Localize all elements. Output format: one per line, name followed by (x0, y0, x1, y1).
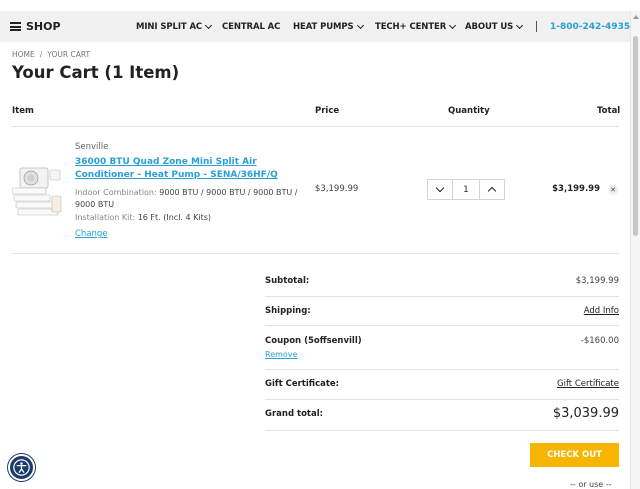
page-title: Your Cart (1 Item) (12, 63, 180, 82)
option-label: Indoor Combination: (75, 188, 157, 197)
breadcrumb-separator: / (39, 50, 43, 59)
nav-item-central-ac[interactable]: CENTRAL AC (222, 11, 280, 42)
chevron-down-icon (356, 21, 364, 29)
quantity-increase-button[interactable] (479, 180, 504, 199)
summary-divider (265, 399, 619, 400)
item-total: $3,199.99 (552, 184, 600, 194)
nav-item-mini-split-ac[interactable]: MINI SPLIT AC (136, 11, 213, 42)
nav-item-label: MINI SPLIT AC (136, 21, 203, 32)
chevron-down-icon (205, 21, 213, 29)
hamburger-icon (10, 22, 21, 31)
chevron-up-icon (487, 186, 497, 196)
option-value: 16 Ft. (Incl. 4 Kits) (137, 213, 212, 222)
summary-divider (265, 369, 619, 370)
column-header-quantity: Quantity (448, 106, 490, 116)
breadcrumb-home[interactable]: HOME (12, 50, 35, 59)
subtotal-label: Subtotal: (265, 276, 310, 286)
nav-item-label: TECH+ CENTER (375, 21, 447, 32)
checkout-button[interactable]: CHECK OUT (530, 443, 619, 467)
item-price: $3,199.99 (315, 184, 359, 194)
column-header-item: Item (12, 106, 34, 116)
summary-divider (265, 325, 619, 326)
item-divider (12, 253, 619, 254)
nav-divider (536, 21, 537, 32)
chevron-down-icon (516, 21, 524, 29)
coupon-label: Coupon (5offsenvill) (265, 336, 362, 346)
coupon-value: -$160.00 (580, 336, 619, 346)
summary-divider (265, 430, 619, 431)
summary-divider (265, 296, 619, 297)
column-header-total: Total (597, 106, 621, 116)
nav-item-tech-center[interactable]: TECH+ CENTER (375, 11, 457, 42)
header-divider (12, 126, 619, 127)
nav-item-label: HEAT PUMPS (293, 21, 354, 32)
remove-item-button[interactable]: ✕ (608, 185, 618, 195)
nav-item-about-us[interactable]: ABOUT US (465, 11, 524, 42)
product-brand: Senville (75, 142, 109, 152)
chevron-down-icon (449, 21, 457, 29)
accessibility-button[interactable] (8, 454, 35, 481)
grand-total-value: $3,039.99 (552, 406, 619, 421)
scrollbar-thumb[interactable] (633, 36, 638, 236)
scroll-up-arrow-icon[interactable] (633, 15, 639, 19)
gift-certificate-label: Gift Certificate: (265, 379, 340, 389)
quantity-input[interactable]: 1 (453, 180, 479, 199)
column-header-price: Price (315, 106, 340, 116)
chevron-down-icon (435, 183, 445, 193)
option-label: Installation Kit: (75, 213, 136, 222)
nav-item-label: CENTRAL AC (222, 21, 281, 32)
subtotal-value: $3,199.99 (575, 276, 619, 286)
change-options-link[interactable]: Change (75, 229, 108, 239)
remove-coupon-link[interactable]: Remove (265, 350, 297, 359)
vertical-scrollbar[interactable] (630, 11, 640, 489)
quantity-stepper: 1 (427, 179, 505, 200)
product-option-indoor-combination: Indoor Combination: 9000 BTU / 9000 BTU … (75, 187, 307, 211)
product-title-link[interactable]: 36000 BTU Quad Zone Mini Split Air Condi… (75, 156, 307, 182)
accessibility-icon (13, 459, 30, 476)
grand-total-label: Grand total: (265, 409, 324, 419)
add-shipping-info-link[interactable]: Add Info (584, 306, 619, 316)
nav-item-label: ABOUT US (465, 21, 514, 32)
or-use-divider-text: -- or use -- (570, 480, 612, 489)
nav-item-heat-pumps[interactable]: HEAT PUMPS (293, 11, 364, 42)
phone-link[interactable]: 1-800-242-4935 (550, 11, 630, 42)
breadcrumb: HOME / YOUR CART (12, 50, 90, 59)
product-option-installation-kit: Installation Kit: 16 Ft. (Incl. 4 Kits) (75, 212, 307, 224)
shop-label: SHOP (26, 20, 61, 33)
gift-certificate-link[interactable]: Gift Certificate (557, 379, 619, 389)
quantity-decrease-button[interactable] (428, 180, 453, 199)
close-icon: ✕ (610, 186, 616, 194)
shop-menu-button[interactable]: SHOP (10, 11, 61, 42)
shipping-label: Shipping: (265, 306, 311, 316)
top-navigation-bar: SHOP MINI SPLIT AC CENTRAL AC HEAT PUMPS… (0, 11, 630, 42)
breadcrumb-current: YOUR CART (47, 50, 91, 59)
product-image[interactable] (11, 166, 62, 216)
